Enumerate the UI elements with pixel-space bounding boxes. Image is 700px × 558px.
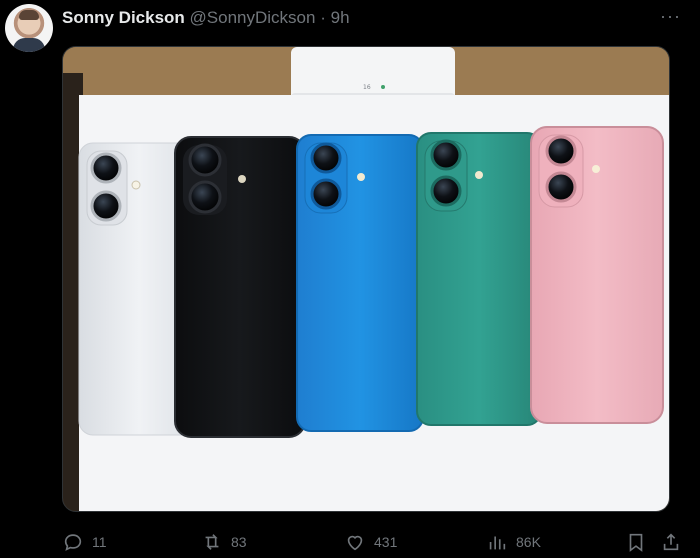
phones-photo: 16	[63, 47, 669, 511]
timestamp[interactable]: 9h	[331, 8, 350, 27]
flash-teal	[475, 171, 483, 179]
share-button[interactable]	[660, 528, 682, 556]
flash-blue	[357, 173, 365, 181]
lens-white-2	[90, 190, 122, 222]
lens-white-1	[90, 152, 122, 184]
views-icon	[489, 536, 506, 550]
author-handle[interactable]: @SonnyDickson	[190, 8, 316, 27]
box-led	[381, 85, 385, 89]
tweet-header: Sonny Dickson @SonnyDickson · 9h	[62, 8, 350, 28]
box-label: 16	[363, 84, 371, 91]
lens-black-2	[188, 180, 222, 214]
heart-icon	[347, 535, 363, 551]
flash-pink	[592, 165, 600, 173]
retweet-count: 83	[231, 534, 247, 550]
avatar-shirt	[13, 38, 45, 52]
lens-teal-2	[430, 175, 462, 207]
lens-black-1	[188, 143, 222, 177]
lens-pink-2	[545, 171, 577, 203]
tweet-media[interactable]: 16	[62, 46, 670, 512]
lens-blue-2	[310, 178, 342, 210]
views-count: 86K	[516, 534, 541, 550]
reply-icon	[64, 534, 82, 551]
avatar-hair	[19, 10, 39, 20]
tweet-actions: 11 83 431 86K	[62, 528, 692, 556]
reply-button[interactable]: 11	[62, 528, 107, 556]
author-avatar[interactable]	[5, 4, 53, 52]
lens-blue-1	[310, 142, 342, 174]
bookmark-button[interactable]	[625, 528, 647, 556]
share-icon	[663, 533, 679, 551]
separator-dot: ·	[320, 8, 326, 27]
reply-count: 11	[92, 534, 107, 550]
retweet-button[interactable]: 83	[201, 528, 247, 556]
bookmark-icon	[629, 533, 643, 552]
lens-pink-1	[545, 135, 577, 167]
flash-white	[131, 180, 141, 190]
lens-teal-1	[430, 139, 462, 171]
more-icon[interactable]: ···	[660, 6, 681, 27]
flash-black	[238, 175, 246, 183]
author-name[interactable]: Sonny Dickson	[62, 8, 185, 27]
like-button[interactable]: 431	[344, 528, 397, 556]
retweet-icon	[205, 534, 219, 550]
like-count: 431	[374, 534, 398, 550]
views-button[interactable]: 86K	[486, 528, 541, 556]
